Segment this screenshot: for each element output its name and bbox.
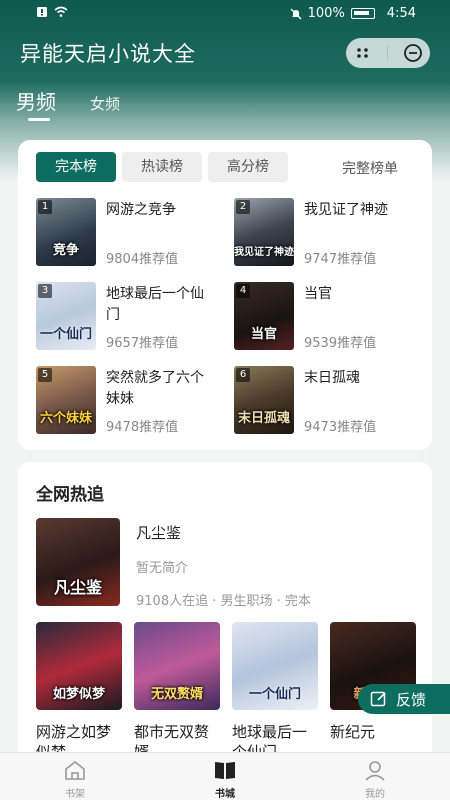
book-title: 突然就多了六个妹妹 [106, 370, 204, 407]
book-cover: 一个仙门 3 [36, 282, 96, 350]
mini-program-capsule [346, 38, 430, 68]
tab-high-score-rank[interactable]: 高分榜 [208, 152, 288, 182]
rank-tabs: 完本榜 热读榜 高分榜 [36, 152, 288, 182]
home-icon [65, 760, 85, 780]
rank-number: 3 [38, 284, 52, 298]
tab-male[interactable]: 男频 [16, 86, 56, 115]
tab-completed-rank[interactable]: 完本榜 [36, 152, 116, 182]
nav-label: 我的 [365, 789, 385, 800]
book-cover: 我见证了神迹 2 [234, 198, 294, 266]
book-title: 我见证了神迹 [304, 202, 388, 218]
more-icon[interactable] [354, 46, 372, 60]
recommend-value: 9657推荐值 [106, 336, 179, 351]
clock: 4:54 [386, 6, 416, 21]
section-title: 全网热追 [36, 485, 104, 505]
rank-book-item[interactable]: 我见证了神迹 2 我见证了神迹 9747推荐值 [234, 196, 424, 267]
bottom-navigation: 书架 书城 我的 [0, 752, 450, 800]
tab-female[interactable]: 女频 [90, 93, 120, 114]
book-title: 末日孤魂 [304, 370, 360, 386]
nav-bookshelf[interactable]: 书架 [0, 753, 150, 800]
edit-icon [370, 691, 386, 707]
close-capsule-icon[interactable] [403, 43, 423, 63]
rank-book-item[interactable]: 当官 4 当官 9539推荐值 [234, 280, 424, 351]
hot-book-item[interactable]: 如梦似梦 网游之如梦似梦 [36, 622, 122, 762]
hot-trending-card: 全网热追 凡尘鉴 凡尘鉴 暂无简介 9108人在追 · 男生职场 · 完本 如梦… [18, 462, 432, 762]
book-cover: 一个仙门 [232, 622, 318, 710]
book-cover: 末日孤魂 6 [234, 366, 294, 434]
nav-label: 书城 [215, 789, 235, 800]
book-cover: 竞争 1 [36, 198, 96, 266]
featured-book-title[interactable]: 凡尘鉴 [136, 522, 181, 543]
status-bar: 100% 4:54 [0, 0, 450, 28]
rank-book-item[interactable]: 一个仙门 3 地球最后一个仙门 9657推荐值 [36, 280, 226, 351]
battery-icon [350, 8, 375, 19]
recommend-value: 9478推荐值 [106, 420, 179, 435]
recommend-value: 9473推荐值 [304, 420, 377, 435]
book-title: 地球最后一个仙门 [106, 286, 204, 323]
full-rank-link[interactable]: 完整榜单 [342, 158, 398, 178]
hot-book-item[interactable]: 一个仙门 地球最后一个仙门 [232, 622, 318, 762]
feedback-button[interactable]: 反馈 [358, 684, 450, 714]
gender-tabs: 男频 女频 [16, 86, 120, 115]
wifi-icon [54, 6, 68, 17]
book-cover: 当官 4 [234, 282, 294, 350]
featured-book-intro: 暂无简介 [136, 561, 189, 576]
rank-number: 2 [236, 200, 250, 214]
book-cover: 六个妹妹 5 [36, 366, 96, 434]
featured-book-cover[interactable]: 凡尘鉴 [36, 518, 120, 606]
hot-book-item[interactable]: 无双赘婿 都市无双赘婿 [134, 622, 220, 762]
rank-card: 完本榜 热读榜 高分榜 完整榜单 竞争 1 网游之竞争 9804推荐值 我见证了… [18, 140, 432, 450]
book-cover: 无双赘婿 [134, 622, 220, 710]
rank-number: 4 [236, 284, 250, 298]
book-cover: 如梦似梦 [36, 622, 122, 710]
rank-book-item[interactable]: 六个妹妹 5 突然就多了六个妹妹 9478推荐值 [36, 364, 226, 435]
recommend-value: 9747推荐值 [304, 252, 377, 267]
rank-book-item[interactable]: 竞争 1 网游之竞争 9804推荐值 [36, 196, 226, 267]
rank-book-item[interactable]: 末日孤魂 6 末日孤魂 9473推荐值 [234, 364, 424, 435]
book-icon [215, 762, 235, 779]
featured-book-meta: 9108人在追 · 男生职场 · 完本 [136, 594, 311, 609]
app-title: 异能天启小说大全 [20, 42, 196, 66]
rank-number: 6 [236, 368, 250, 382]
nav-label: 书架 [65, 789, 85, 800]
battery-percent: 100% [307, 6, 345, 21]
recommend-value: 9539推荐值 [304, 336, 377, 351]
mute-icon [290, 8, 302, 19]
tab-hot-read-rank[interactable]: 热读榜 [122, 152, 202, 182]
profile-icon [365, 761, 385, 781]
notification-icon [37, 7, 47, 17]
nav-bookstore[interactable]: 书城 [150, 753, 300, 800]
book-title: 当官 [304, 286, 332, 302]
active-tab-indicator [28, 118, 50, 121]
rank-number: 1 [38, 200, 52, 214]
feedback-label: 反馈 [396, 690, 427, 709]
nav-profile[interactable]: 我的 [300, 753, 450, 800]
rank-number: 5 [38, 368, 52, 382]
book-title: 网游之竞争 [106, 202, 176, 218]
recommend-value: 9804推荐值 [106, 252, 179, 267]
